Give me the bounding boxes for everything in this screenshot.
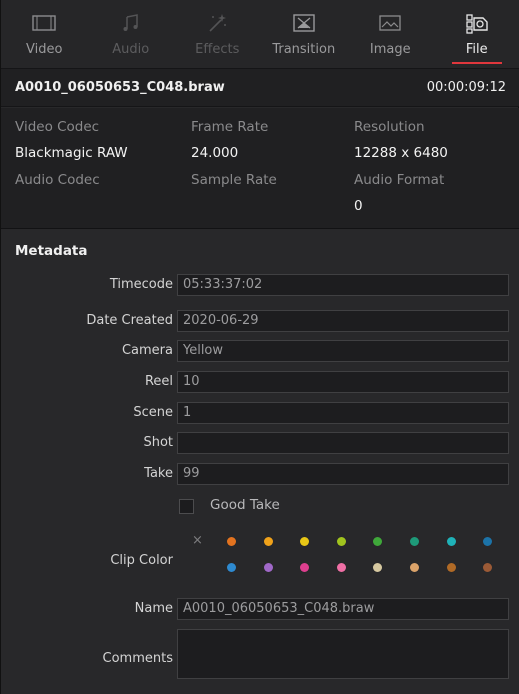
- shot-field[interactable]: [177, 432, 509, 454]
- name-field[interactable]: A0010_06050653_C048.braw: [177, 598, 509, 620]
- video-icon: [32, 12, 56, 34]
- metadata-section: Metadata Timecode 05:33:37:02 Date Creat…: [1, 229, 519, 694]
- tab-video[interactable]: Video: [1, 0, 88, 68]
- clip-color-swatch[interactable]: [300, 537, 310, 546]
- clip-color-swatch[interactable]: [336, 537, 346, 546]
- clip-header: A0010_06050653_C048.braw 00:00:09:12: [1, 69, 519, 107]
- effects-icon: [206, 12, 228, 34]
- tab-effects[interactable]: Effects: [174, 0, 261, 68]
- clip-color-none-swatch[interactable]: ×: [192, 533, 203, 548]
- name-label: Name: [134, 601, 173, 616]
- date-created-label: Date Created: [86, 313, 173, 328]
- tab-transition-label: Transition: [272, 42, 336, 57]
- tab-audio-label: Audio: [112, 42, 150, 57]
- timecode-field[interactable]: 05:33:37:02: [177, 274, 509, 296]
- camera-label: Camera: [121, 343, 173, 358]
- tab-file-label: File: [465, 42, 488, 57]
- audio-codec-label: Audio Codec: [15, 172, 100, 188]
- metadata-title: Metadata: [15, 243, 88, 259]
- sample-rate-label: Sample Rate: [191, 172, 277, 188]
- clip-duration: 00:00:09:12: [426, 80, 506, 95]
- timecode-label: Timecode: [109, 277, 173, 292]
- scene-label: Scene: [133, 405, 173, 420]
- frame-rate-value: 24.000: [191, 145, 239, 161]
- comments-field[interactable]: [177, 629, 509, 679]
- clip-color-swatch[interactable]: [227, 537, 236, 546]
- shot-label: Shot: [143, 435, 173, 450]
- clip-color-swatch[interactable]: [373, 563, 383, 572]
- reel-field[interactable]: 10: [177, 371, 509, 393]
- camera-field[interactable]: Yellow: [177, 340, 509, 362]
- clip-color-swatch[interactable]: [483, 537, 493, 546]
- clip-color-swatch[interactable]: [263, 563, 273, 572]
- comments-label: Comments: [102, 651, 173, 666]
- clip-color-swatch[interactable]: [483, 563, 493, 572]
- reel-label: Reel: [144, 374, 173, 389]
- clip-color-swatch[interactable]: [410, 537, 419, 546]
- image-icon: [379, 12, 401, 34]
- inspector-panel: Video Audio Effects Transition Image Fil…: [0, 0, 519, 694]
- clip-name: A0010_06050653_C048.braw: [15, 80, 225, 95]
- tab-file[interactable]: File: [434, 0, 519, 68]
- audio-format-value: 0: [354, 198, 363, 214]
- clip-color-swatch[interactable]: [227, 563, 236, 572]
- tab-transition[interactable]: Transition: [261, 0, 348, 68]
- tab-image-label: Image: [369, 42, 411, 57]
- clip-color-swatch[interactable]: [410, 563, 419, 572]
- good-take-label: Good Take: [210, 497, 280, 513]
- video-codec-value: Blackmagic RAW: [15, 145, 128, 161]
- resolution-value: 12288 x 6480: [354, 145, 448, 161]
- clip-color-swatch[interactable]: [263, 537, 273, 546]
- frame-rate-label: Frame Rate: [191, 119, 269, 135]
- take-label: Take: [144, 466, 173, 481]
- resolution-label: Resolution: [354, 119, 425, 135]
- clip-color-swatch[interactable]: [446, 537, 456, 546]
- tab-effects-label: Effects: [195, 42, 240, 57]
- tab-audio[interactable]: Audio: [88, 0, 175, 68]
- audio-icon: [121, 12, 141, 34]
- clip-color-swatch[interactable]: [373, 537, 383, 546]
- date-created-field[interactable]: 2020-06-29: [177, 310, 509, 332]
- clip-color-swatch[interactable]: [300, 563, 310, 572]
- audio-format-label: Audio Format: [354, 172, 445, 188]
- take-field[interactable]: 99: [177, 463, 509, 485]
- tab-video-label: Video: [26, 42, 63, 57]
- tab-image[interactable]: Image: [347, 0, 434, 68]
- transition-icon: [293, 12, 315, 34]
- clip-info-grid: Video Codec Frame Rate Resolution Blackm…: [1, 108, 519, 229]
- clip-color-swatch[interactable]: [336, 563, 346, 572]
- inspector-tab-bar: Video Audio Effects Transition Image Fil…: [1, 0, 519, 69]
- scene-field[interactable]: 1: [177, 402, 509, 424]
- good-take-checkbox[interactable]: [179, 499, 194, 514]
- clip-color-swatch[interactable]: [446, 563, 456, 572]
- video-codec-label: Video Codec: [15, 119, 100, 135]
- file-icon: [465, 12, 489, 34]
- clip-color-label: Clip Color: [110, 553, 173, 568]
